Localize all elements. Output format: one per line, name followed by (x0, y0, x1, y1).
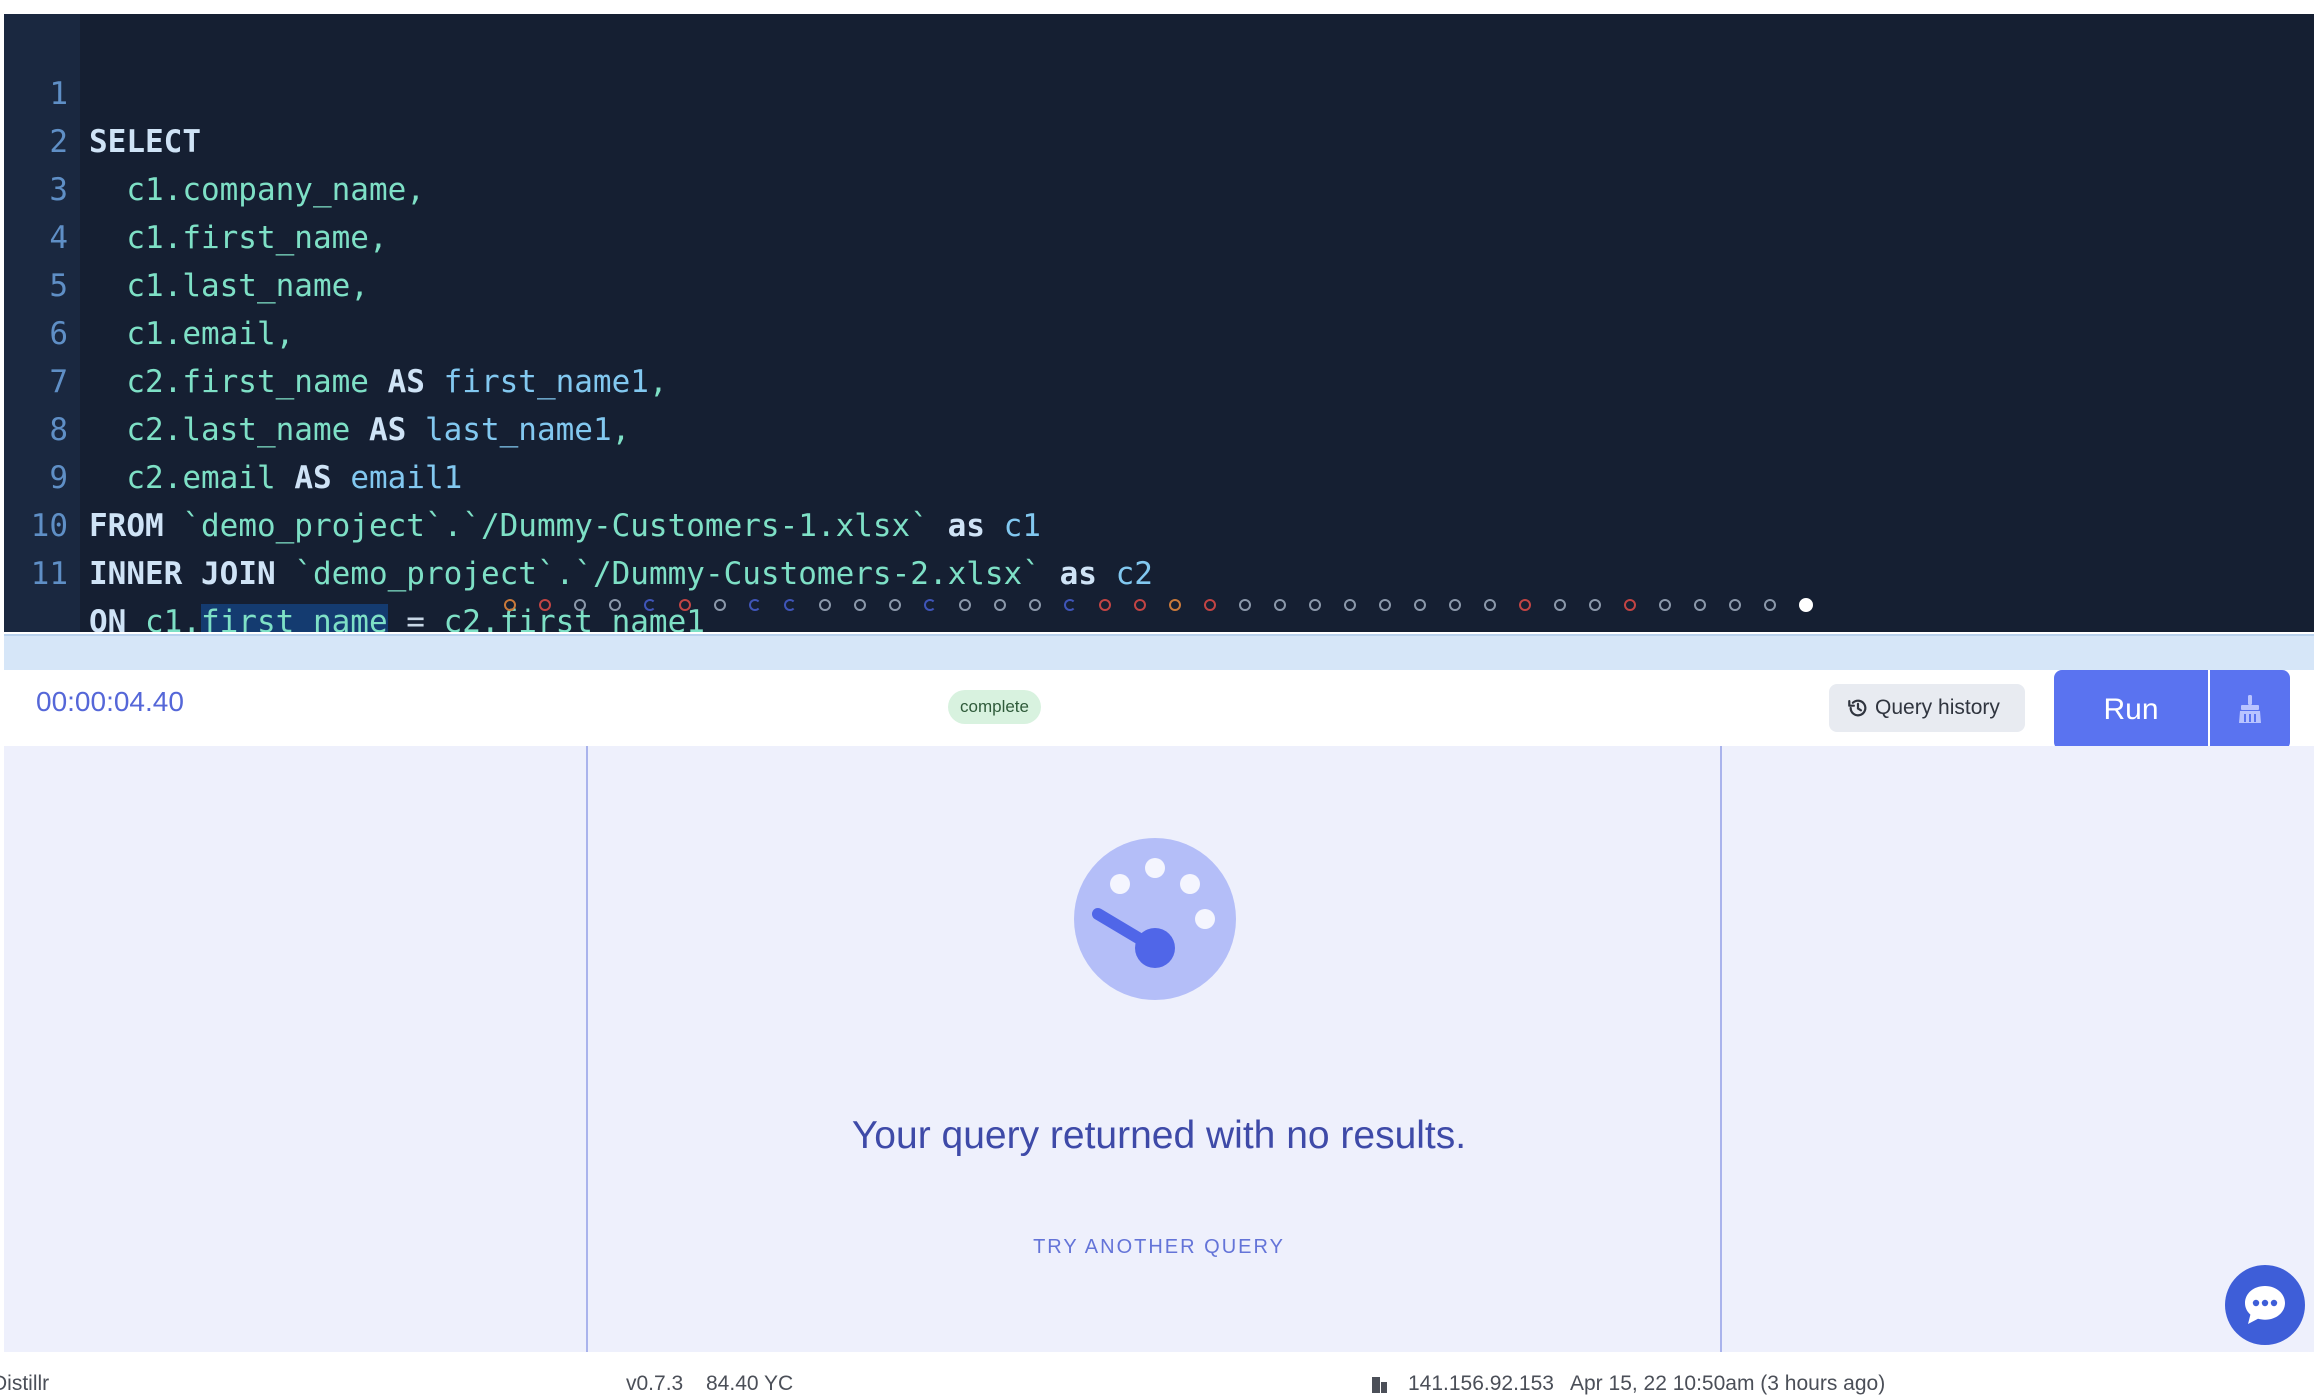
history-dot[interactable] (784, 599, 796, 611)
status-badge: complete (948, 690, 1041, 724)
history-dot[interactable] (644, 599, 656, 611)
run-button[interactable]: Run (2054, 670, 2208, 750)
code-line[interactable]: 9 FROM `demo_project`.`/Dummy-Customers-… (4, 406, 2314, 544)
code-line[interactable]: 10 INNER JOIN `demo_project`.`/Dummy-Cus… (4, 454, 2314, 592)
history-dot[interactable] (854, 599, 866, 611)
sql-editor[interactable]: 1 SELECT 2 c1.company_name, 3 c1.first_n… (4, 14, 2314, 632)
code-text[interactable]: INNER JOIN `demo_project`.`/Dummy-Custom… (89, 550, 1153, 598)
version-label: v0.7.3 (626, 1372, 684, 1395)
timestamp: Apr 15, 22 10:50am (3 hours ago) (1570, 1372, 1886, 1395)
code-line[interactable]: 4 c1.last_name, (4, 166, 2314, 304)
try-another-query-link[interactable]: TRY ANOTHER QUERY (574, 1236, 1744, 1259)
broom-icon (2239, 695, 2261, 723)
code-line[interactable]: 8 c2.email AS email1 (4, 358, 2314, 496)
history-dot[interactable] (749, 599, 761, 611)
brand-name: Distillr (0, 1372, 50, 1395)
history-dot[interactable] (959, 599, 971, 611)
history-dot[interactable] (819, 599, 831, 611)
history-dot[interactable] (1239, 599, 1251, 611)
server-icon (1370, 1374, 1390, 1400)
query-history-button[interactable]: Query history (1829, 684, 2025, 732)
history-dot[interactable] (1554, 599, 1566, 611)
pane-resize-handle[interactable] (4, 634, 2314, 670)
elapsed-timer: 00:00:04.40 (36, 686, 184, 717)
gauge-icon (1074, 838, 1236, 1000)
history-icon (1848, 699, 1867, 717)
history-dot[interactable] (1029, 599, 1041, 611)
history-dot[interactable] (574, 599, 586, 611)
history-dot[interactable] (1694, 599, 1706, 611)
history-dot[interactable] (994, 599, 1006, 611)
history-dot[interactable] (1169, 599, 1181, 611)
code-line[interactable]: 1 SELECT (4, 22, 2314, 160)
history-dot[interactable] (504, 599, 516, 611)
history-dot[interactable] (1274, 599, 1286, 611)
code-line[interactable]: 2 c1.company_name, (4, 70, 2314, 208)
history-dot[interactable] (1449, 599, 1461, 611)
history-dot[interactable] (1204, 599, 1216, 611)
history-dot[interactable] (889, 599, 901, 611)
history-dot[interactable] (609, 599, 621, 611)
code-line[interactable]: 3 c1.first_name, (4, 118, 2314, 256)
code-line[interactable]: 6 c2.first_name AS first_name1, (4, 262, 2314, 400)
no-results-message: Your query returned with no results. (851, 1114, 1467, 1157)
usage-label: 84.40 YC (706, 1372, 794, 1395)
history-dot[interactable] (1309, 599, 1321, 611)
history-dot[interactable] (1099, 599, 1111, 611)
query-history-dots[interactable] (4, 598, 2314, 623)
line-number: 11 (30, 556, 68, 592)
history-dot[interactable] (714, 599, 726, 611)
history-dot[interactable] (1624, 599, 1636, 611)
history-dot[interactable] (1064, 599, 1076, 611)
history-dot[interactable] (1484, 599, 1496, 611)
status-footer: Distillr v0.7.3 84.40 YC 141.156.92.153 … (0, 1352, 2314, 1395)
ip-address: 141.156.92.153 (1408, 1372, 1554, 1395)
code-line[interactable]: 5 c1.email, (4, 214, 2314, 352)
history-dot[interactable] (1764, 599, 1776, 611)
history-dot[interactable] (1344, 599, 1356, 611)
history-dot[interactable] (1799, 598, 1813, 612)
column-divider (1720, 746, 1722, 1352)
history-dot[interactable] (1659, 599, 1671, 611)
query-toolbar: 00:00:04.40 complete Query history Run (4, 670, 2314, 750)
code-line[interactable]: 11 ON c1.first_name = c2.first_name1 (4, 502, 2314, 632)
history-dot[interactable] (1134, 599, 1146, 611)
history-dot[interactable] (679, 599, 691, 611)
history-dot[interactable] (1519, 599, 1531, 611)
history-dot[interactable] (1589, 599, 1601, 611)
query-history-label: Query history (1875, 696, 2000, 719)
results-panel: Your query returned with no results. TRY… (4, 746, 2314, 1352)
history-dot[interactable] (924, 599, 936, 611)
chat-bubble-icon (2245, 1286, 2285, 1324)
clear-editor-button[interactable] (2210, 670, 2290, 750)
history-dot[interactable] (1414, 599, 1426, 611)
chat-support-button[interactable] (2225, 1265, 2305, 1345)
history-dot[interactable] (1379, 599, 1391, 611)
history-dot[interactable] (1729, 599, 1741, 611)
column-divider (586, 746, 588, 1352)
code-line[interactable]: 7 c2.last_name AS last_name1, (4, 310, 2314, 448)
history-dot[interactable] (539, 599, 551, 611)
